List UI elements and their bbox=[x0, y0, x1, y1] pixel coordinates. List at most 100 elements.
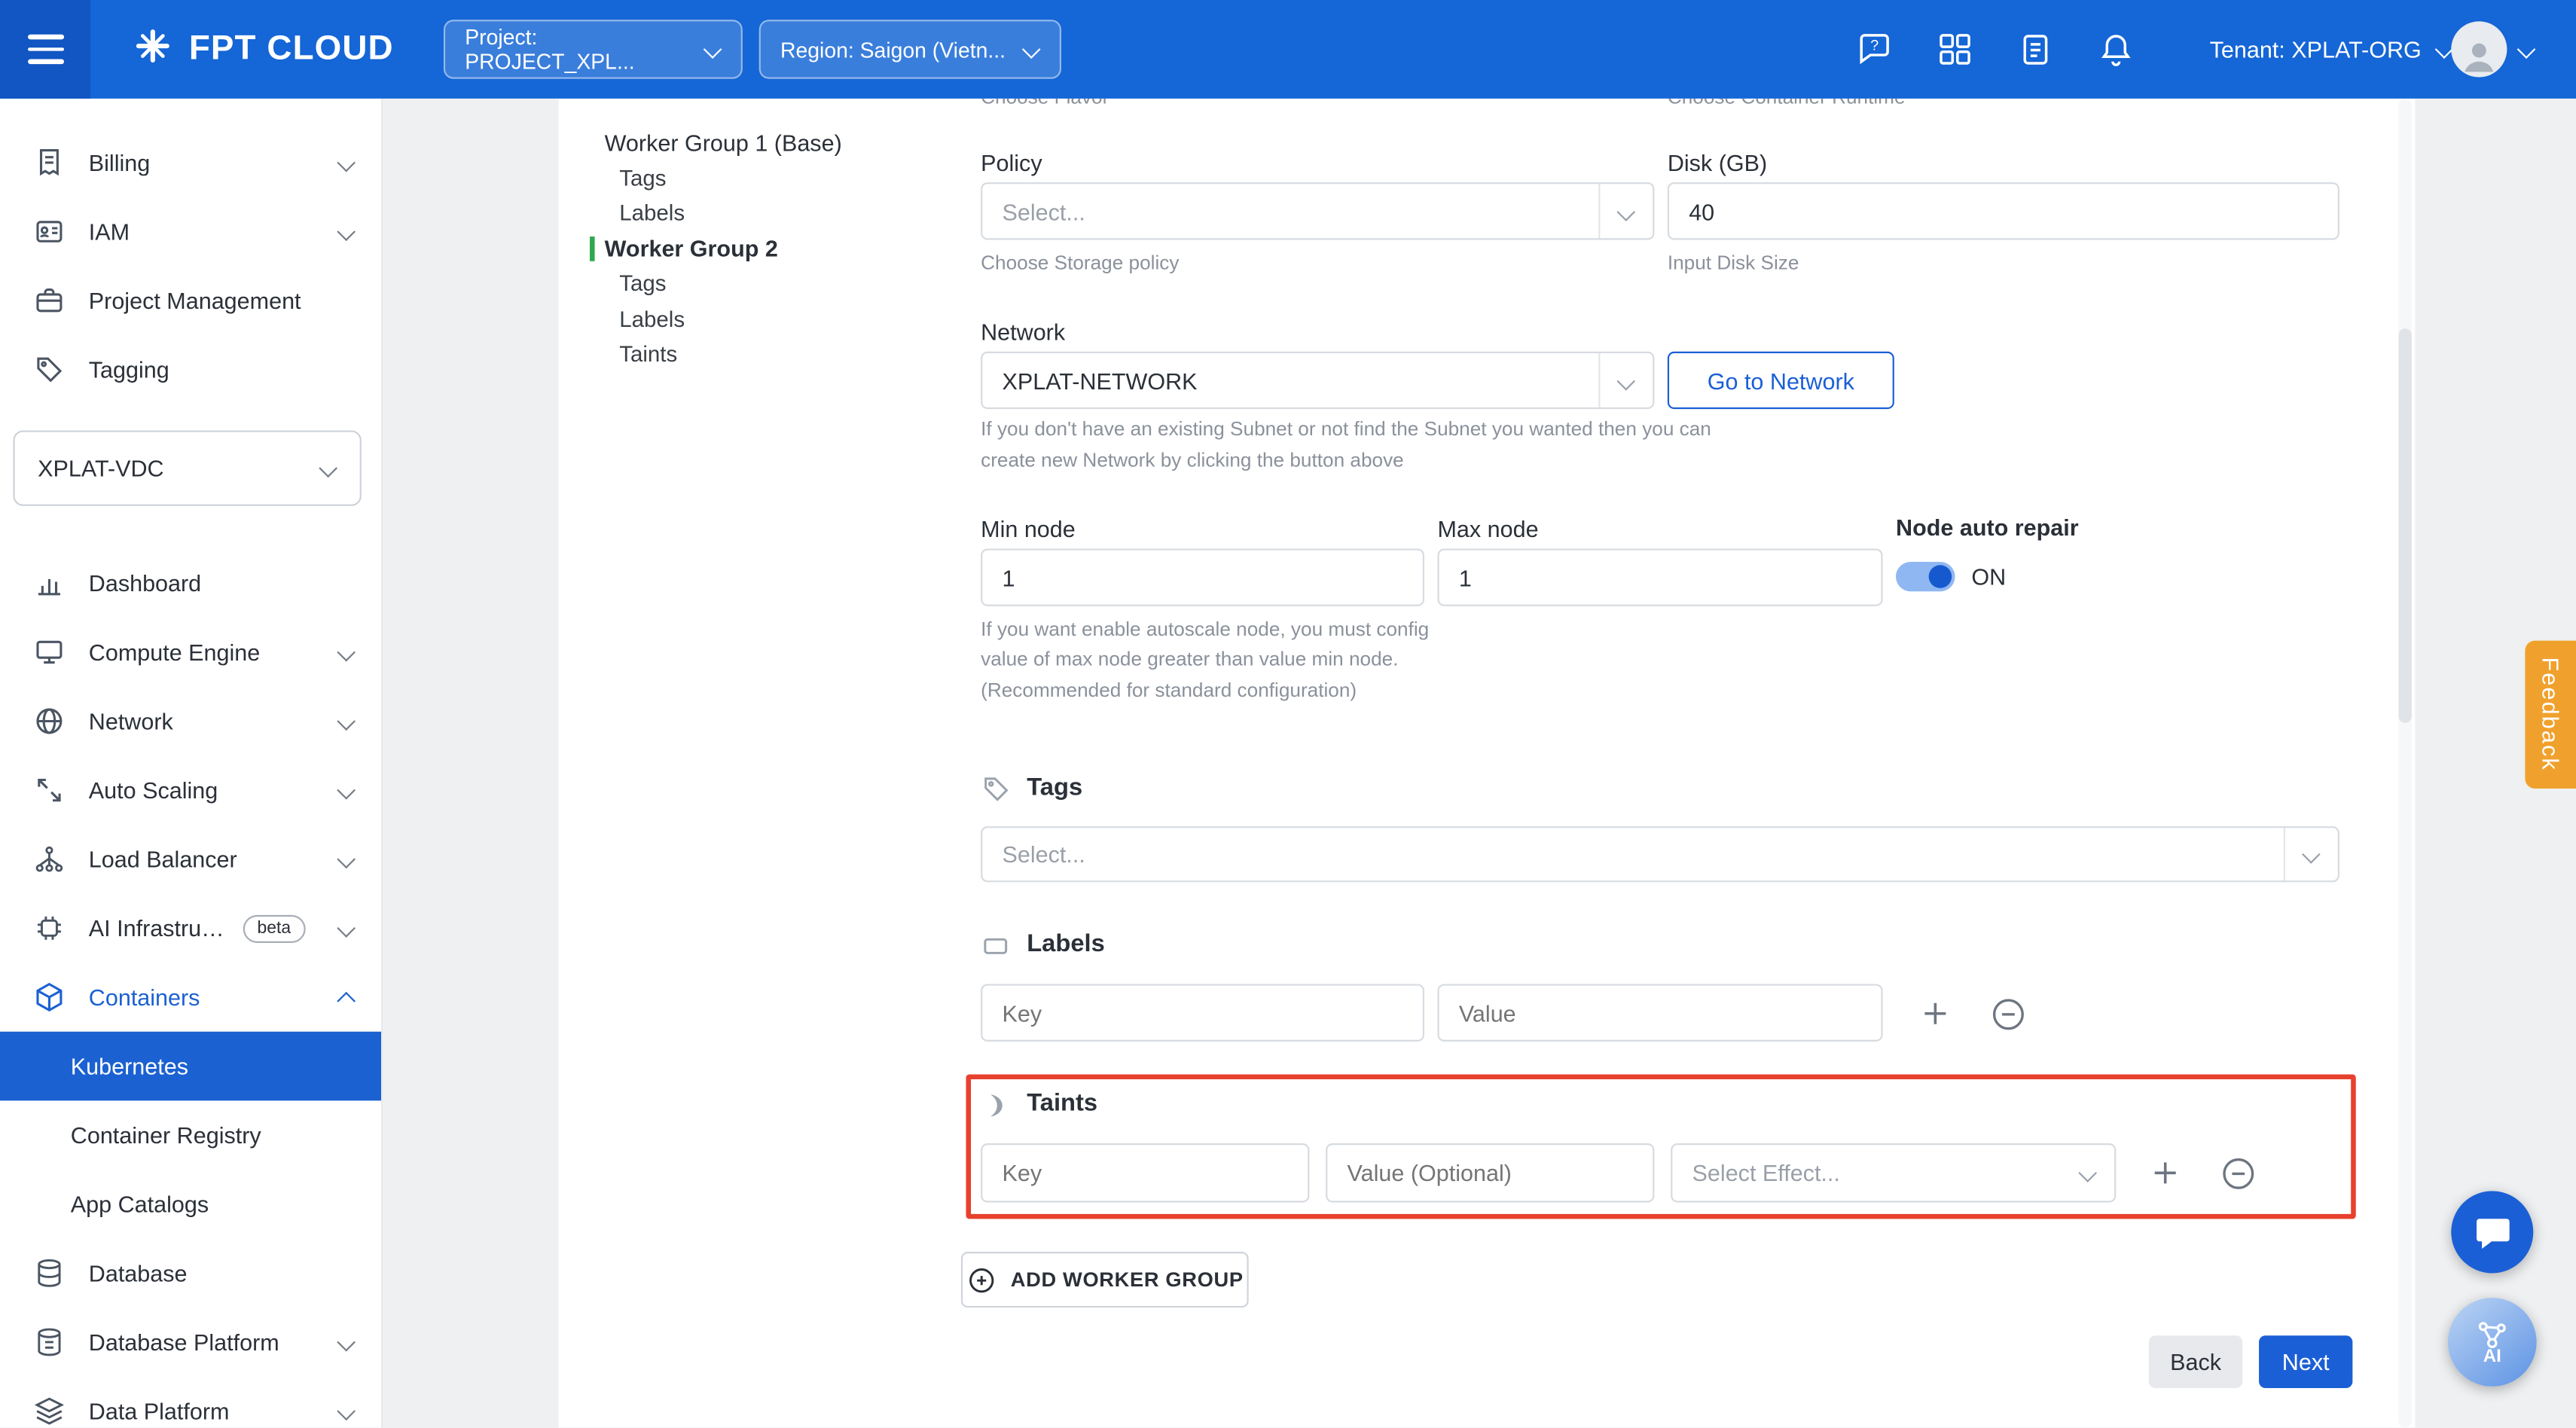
ai-assistant-button[interactable]: AI bbox=[2448, 1298, 2537, 1387]
taints-effect-select[interactable]: Select Effect... bbox=[1671, 1143, 2116, 1203]
tags-icon bbox=[981, 774, 1010, 803]
hamburger-menu-button[interactable] bbox=[0, 0, 90, 99]
chevron-down-icon bbox=[1600, 353, 1653, 407]
vdc-selector-label: XPLAT-VDC bbox=[38, 455, 163, 481]
notifications-bell-icon[interactable] bbox=[2096, 29, 2135, 69]
node-auto-repair-label: Node auto repair bbox=[1896, 514, 2079, 541]
sidebar-item-containers[interactable]: Containers bbox=[0, 963, 381, 1032]
sidebar-item-ai-infrastructure[interactable]: AI Infrastructure beta bbox=[0, 894, 381, 963]
sidebar-item-app-catalogs[interactable]: App Catalogs bbox=[0, 1170, 381, 1239]
back-button[interactable]: Back bbox=[2149, 1335, 2242, 1388]
chat-support-button[interactable] bbox=[2451, 1191, 2533, 1273]
min-node-input[interactable] bbox=[981, 548, 1424, 606]
autoscale-hint-line1: If you want enable autoscale node, you m… bbox=[981, 618, 1429, 641]
taints-key-input[interactable] bbox=[981, 1143, 1309, 1203]
billing-icon bbox=[33, 146, 66, 179]
cropped-flavor-hint: Choose Flavor bbox=[981, 99, 1109, 108]
chevron-down-icon bbox=[338, 782, 355, 798]
sidebar-item-tagging[interactable]: Tagging bbox=[0, 335, 381, 404]
tenant-selector[interactable]: Tenant: XPLAT-ORG bbox=[2210, 0, 2453, 99]
policy-select[interactable]: Select... bbox=[981, 182, 1654, 240]
chevron-down-icon bbox=[2285, 828, 2338, 880]
plus-circle-icon bbox=[966, 1264, 997, 1295]
user-avatar[interactable] bbox=[2451, 21, 2507, 77]
labels-icon bbox=[981, 932, 1010, 961]
sidebar-item-label: Containers bbox=[89, 984, 316, 1010]
labels-section-title: Labels bbox=[1027, 930, 1105, 958]
chevron-down-icon bbox=[338, 920, 355, 936]
sidebar-item-dashboard[interactable]: Dashboard bbox=[0, 548, 381, 618]
sidebar-item-database-platform[interactable]: Database Platform bbox=[0, 1307, 381, 1377]
avatar-chevron-down-icon[interactable] bbox=[2519, 41, 2535, 58]
content-scrollbar-track bbox=[2398, 99, 2411, 1428]
sidebar-item-database[interactable]: Database bbox=[0, 1239, 381, 1308]
chevron-up-icon bbox=[338, 989, 355, 1005]
content-scrollbar-thumb[interactable] bbox=[2398, 328, 2411, 722]
go-to-network-button[interactable]: Go to Network bbox=[1668, 352, 1894, 409]
sidebar-item-label: Dashboard bbox=[89, 570, 355, 597]
chevron-down-icon bbox=[320, 460, 337, 477]
documents-icon[interactable] bbox=[2016, 29, 2055, 69]
max-node-input[interactable] bbox=[1437, 548, 1882, 606]
taints-remove-row-button[interactable] bbox=[2218, 1153, 2257, 1192]
project-selector[interactable]: Project: PROJECT_XPL... bbox=[444, 20, 743, 79]
sidebar-item-container-registry[interactable]: Container Registry bbox=[0, 1100, 381, 1170]
vdc-selector[interactable]: XPLAT-VDC bbox=[13, 430, 361, 505]
sidebar-item-billing[interactable]: Billing bbox=[0, 128, 381, 197]
person-icon bbox=[2458, 35, 2501, 78]
feedback-tab[interactable]: Feedback bbox=[2525, 641, 2576, 789]
beta-badge: beta bbox=[243, 914, 306, 942]
step-worker-group-1[interactable]: Worker Group 1 (Base) bbox=[605, 125, 842, 160]
step-worker-group-2-tags[interactable]: Tags bbox=[605, 266, 842, 301]
auto-scaling-icon bbox=[33, 774, 66, 807]
disk-size-input[interactable] bbox=[1668, 182, 2339, 240]
sidebar-item-label: App Catalogs bbox=[71, 1191, 355, 1217]
step-worker-group-2-labels[interactable]: Labels bbox=[605, 301, 842, 337]
ai-infrastructure-icon bbox=[33, 912, 66, 945]
taints-add-row-button[interactable] bbox=[2146, 1153, 2185, 1192]
sidebar-item-label: Load Balancer bbox=[89, 846, 316, 872]
step-worker-group-1-labels[interactable]: Labels bbox=[605, 196, 842, 231]
sidebar-item-kubernetes[interactable]: Kubernetes bbox=[0, 1032, 381, 1101]
add-worker-group-button[interactable]: ADD WORKER GROUP bbox=[961, 1252, 1249, 1307]
sidebar-item-iam[interactable]: IAM bbox=[0, 197, 381, 267]
network-globe-icon bbox=[33, 705, 66, 738]
iam-icon bbox=[33, 215, 66, 249]
step-worker-group-2[interactable]: Worker Group 2 bbox=[605, 230, 842, 266]
step-worker-group-2-taints[interactable]: Taints bbox=[605, 337, 842, 372]
taints-value-input[interactable] bbox=[1326, 1143, 1654, 1203]
apps-grid-icon[interactable] bbox=[1935, 29, 1974, 69]
sidebar-item-project-management[interactable]: Project Management bbox=[0, 266, 381, 335]
sidebar-item-data-platform[interactable]: Data Platform bbox=[0, 1377, 381, 1428]
minus-circle-icon bbox=[1988, 995, 2026, 1033]
step-worker-group-1-tags[interactable]: Tags bbox=[605, 160, 842, 196]
sidebar-item-compute-engine[interactable]: Compute Engine bbox=[0, 618, 381, 687]
labels-add-row-button[interactable] bbox=[1915, 994, 1955, 1033]
support-chat-icon[interactable]: ? bbox=[1854, 29, 1894, 69]
top-navbar: FPT CLOUD Project: PROJECT_XPL... Region… bbox=[0, 0, 2576, 99]
svg-text:?: ? bbox=[1870, 38, 1879, 54]
chevron-down-icon bbox=[338, 644, 355, 661]
region-selector[interactable]: Region: Saigon (Vietn... bbox=[759, 20, 1061, 79]
sidebar-item-network[interactable]: Network bbox=[0, 687, 381, 756]
chevron-down-icon bbox=[1024, 41, 1040, 58]
next-button[interactable]: Next bbox=[2259, 1335, 2352, 1388]
cropped-runtime-hint: Choose Container Runtime bbox=[1668, 99, 1906, 108]
sidebar-item-auto-scaling[interactable]: Auto Scaling bbox=[0, 755, 381, 825]
brand-logo[interactable]: FPT CLOUD bbox=[131, 0, 393, 99]
tags-select-placeholder: Select... bbox=[1002, 841, 2283, 868]
node-auto-repair-toggle[interactable] bbox=[1896, 562, 1955, 591]
compute-engine-icon bbox=[33, 636, 66, 669]
sidebar-item-load-balancer[interactable]: Load Balancer bbox=[0, 825, 381, 894]
labels-value-input[interactable] bbox=[1437, 984, 1882, 1041]
disk-hint: Input Disk Size bbox=[1668, 252, 1799, 275]
sidebar-item-label: Database Platform bbox=[89, 1329, 316, 1356]
database-icon bbox=[33, 1257, 66, 1290]
labels-remove-row-button[interactable] bbox=[1988, 994, 2027, 1033]
tags-select[interactable]: Select... bbox=[981, 826, 2339, 882]
labels-key-input[interactable] bbox=[981, 984, 1424, 1041]
plus-icon bbox=[1917, 996, 1953, 1032]
sidebar-item-label: AI Infrastructure bbox=[89, 915, 233, 941]
chevron-down-icon bbox=[2436, 41, 2452, 58]
network-select[interactable]: XPLAT-NETWORK bbox=[981, 352, 1654, 409]
